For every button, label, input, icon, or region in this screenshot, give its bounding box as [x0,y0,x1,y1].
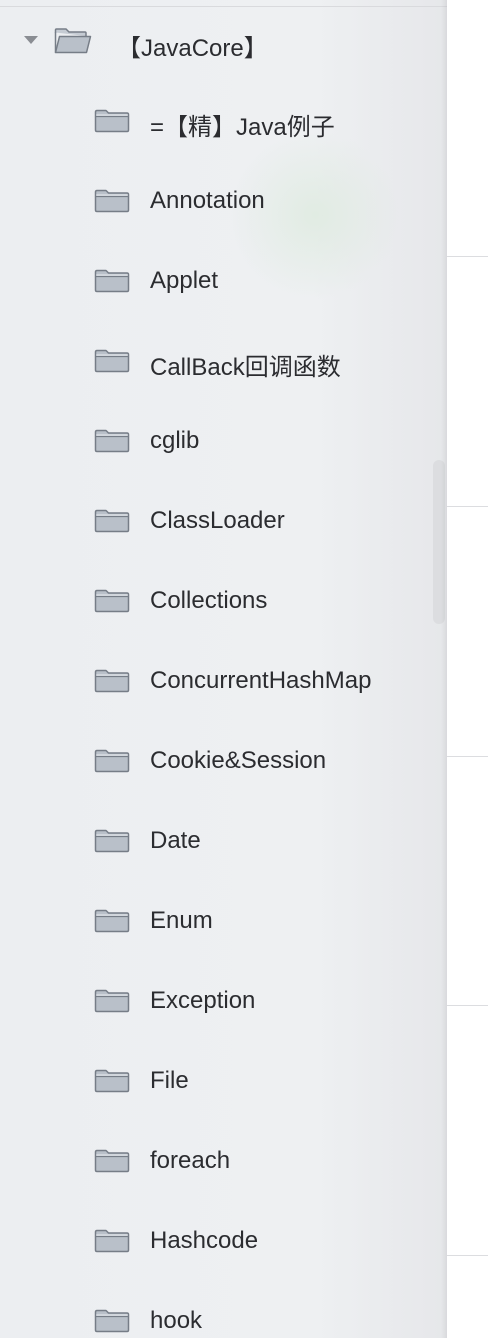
folder-icon [94,749,130,778]
tree-folder-item[interactable]: Enum [0,900,440,942]
folder-icon [94,1309,130,1338]
tree-folder-item[interactable]: Date [0,820,440,862]
tree-folder-label: foreach [150,1147,231,1174]
tree-folder-label: File [150,1067,189,1094]
tree-folder-label: ClassLoader [150,507,285,534]
tree-folder-label: ConcurrentHashMap [150,667,372,694]
folder-icon [94,1229,130,1258]
tree-folder-label: Hashcode [150,1227,259,1254]
tree-folder-label: hook [150,1307,203,1334]
tree-folder-item[interactable]: Cookie&Session [0,740,440,782]
notebook-sidebar: 【JavaCore】 =【精】Java例子 Annotation Applet … [0,0,447,1338]
content-divider [447,1255,488,1256]
folder-icon [94,429,130,458]
content-divider [447,256,488,257]
content-divider [447,756,488,757]
tree-folder-label: Applet [150,267,219,294]
content-pane [447,0,488,1338]
tree-folder-item[interactable]: =【精】Java例子 [0,100,440,142]
folder-icon [94,1149,130,1178]
open-folder-icon [54,28,92,59]
folder-icon [94,589,130,618]
top-divider [0,6,447,7]
tree-folder-label: Cookie&Session [150,747,327,774]
tree-folder-label: Exception [150,987,256,1014]
tree-folder-item[interactable]: CallBack回调函数 [0,340,440,382]
content-divider [447,506,488,507]
folder-icon [94,669,130,698]
tree-folder-item[interactable]: foreach [0,1140,440,1182]
tree-folder-item[interactable]: Exception [0,980,440,1022]
tree-folder-label: cglib [150,427,200,454]
tree-folder-item[interactable]: Collections [0,580,440,622]
folder-icon [94,829,130,858]
tree-folder-label: Date [150,827,201,854]
tree-root-label: 【JavaCore】 [117,35,268,62]
tree-folder-item[interactable]: Applet [0,260,440,302]
tree-folder-item[interactable]: Hashcode [0,1220,440,1262]
folder-icon [94,109,130,138]
folder-icon [94,349,130,378]
tree-folder-label: Collections [150,587,268,614]
folder-icon [94,269,130,298]
tree-folder-item[interactable]: hook [0,1300,440,1338]
tree-folder-label: =【精】Java例子 [150,114,335,141]
tree-folder-label: CallBack回调函数 [150,354,341,381]
disclosure-triangle-icon[interactable] [24,36,38,44]
tree-folder-item[interactable]: ConcurrentHashMap [0,660,440,702]
sidebar-scrollbar[interactable] [433,460,445,624]
tree-folder-label: Annotation [150,187,265,214]
tree-folder-item[interactable]: cglib [0,420,440,462]
tree-root-folder[interactable]: 【JavaCore】 [0,20,440,62]
tree-folder-item[interactable]: ClassLoader [0,500,440,542]
tree-folder-label: Enum [150,907,213,934]
folder-icon [94,189,130,218]
tree-folder-item[interactable]: File [0,1060,440,1102]
tree-folder-item[interactable]: Annotation [0,180,440,222]
folder-icon [94,509,130,538]
content-divider [447,1005,488,1006]
folder-icon [94,1069,130,1098]
folder-icon [94,989,130,1018]
folder-icon [94,909,130,938]
